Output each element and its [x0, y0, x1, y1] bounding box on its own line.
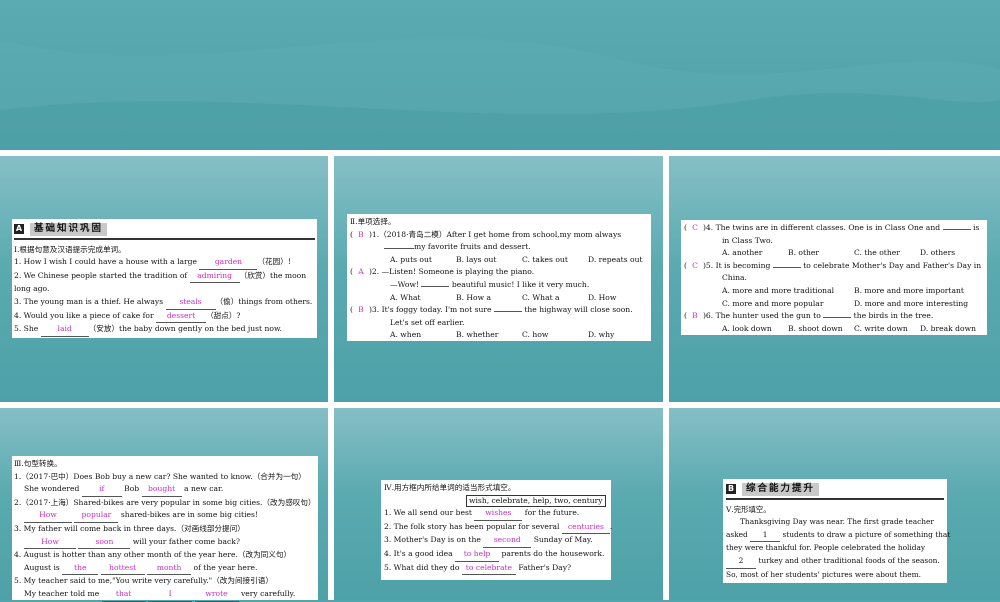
question-line: (C)5. It is becoming to celebrate Mother…	[684, 260, 984, 273]
exercise-instruction: Ⅲ.句型转换。	[14, 459, 62, 468]
answer-blank[interactable]: laid	[40, 323, 89, 337]
wave-decoration	[0, 38, 1000, 150]
answer-blank[interactable]: I	[148, 588, 193, 602]
answer-line: She wondered if Bob bought a new car.	[14, 483, 316, 497]
card-basic-knowledge: A 基础知识巩固 Ⅰ.根据句意及汉语提示完成单词。 1. How I wish …	[12, 219, 317, 338]
question-line: —Wow! beautiful music! I like it very mu…	[390, 279, 590, 289]
cloze-blank[interactable]: 1	[750, 529, 781, 543]
word-box-row: wish, celebrate, help, two, century	[384, 494, 608, 508]
question-line: 1. We all send our best wishes for the f…	[384, 507, 608, 521]
section-header: B 综合能力提升	[726, 481, 944, 500]
answer-blank[interactable]: if	[81, 483, 122, 497]
section-title: 基础知识巩固	[30, 223, 108, 236]
top-banner	[0, 0, 1000, 150]
choice-answer[interactable]: C	[687, 222, 703, 235]
question-line: 3. Mother's Day is on the second Sunday …	[384, 534, 608, 548]
choice-answer[interactable]: B	[687, 310, 703, 323]
card-cloze: B 综合能力提升 Ⅴ.完形填空。 Thanksgiving Day was ne…	[723, 479, 950, 583]
answer-blank[interactable]: to help	[455, 548, 500, 562]
question-line: (B)3. It's foggy today. I'm not sure the…	[350, 304, 648, 317]
section-letter-badge: A	[14, 224, 24, 235]
card-word-fill: Ⅳ.用方框内所给单词的适当形式填空。 wish, celebrate, help…	[381, 480, 612, 580]
answer-blank[interactable]: wishes	[474, 507, 523, 521]
question-line: 2.（2017·上海）Shared-bikes are very popular…	[14, 497, 316, 507]
choice-answer[interactable]: B	[353, 304, 369, 317]
answer-blank[interactable]: hottest	[100, 562, 145, 576]
question-line: 1. How I wish I could have a house with …	[14, 256, 315, 270]
passage-line: they were thankful for. People celebrate…	[726, 543, 926, 553]
passage-line: So, most of her students' pictures were …	[726, 569, 921, 579]
options-row: A. puts out B. lays out C. takes out D. rep…	[390, 254, 643, 264]
answer-blank[interactable]: bought	[141, 483, 182, 497]
options-row: A. more and more traditional B. more and …	[722, 285, 964, 295]
question-line: 5. My teacher said to me,"You write very…	[14, 576, 273, 586]
answer-blank[interactable]: admiring	[189, 270, 240, 284]
choice-answer[interactable]: C	[687, 260, 703, 273]
question-line: in Class Two.	[722, 235, 773, 245]
answer-blank[interactable]: that	[101, 588, 146, 602]
question-line: 3. The young man is a thief. He always s…	[14, 296, 315, 310]
question-line: Let's set off earlier.	[390, 317, 465, 327]
answer-blank[interactable]: the	[62, 562, 99, 576]
answer-blank[interactable]: to celebrate	[461, 562, 516, 576]
passage-line: 2 turkey and other traditional foods of …	[726, 555, 944, 569]
question-line: (B)1.（2018·青岛二模）After I get home from sc…	[350, 229, 648, 242]
passage-line: asked 1 students to draw a picture of so…	[726, 529, 950, 543]
question-line: my favorite fruits and dessert.	[350, 241, 648, 254]
answer-blank[interactable]: dessert	[156, 310, 207, 324]
question-line: 3. My father will come back in three day…	[14, 523, 245, 533]
answer-blank[interactable]: popular	[74, 509, 119, 523]
answer-line: My teacher told me that I wrote very car…	[14, 588, 316, 602]
section-title: 综合能力提升	[742, 483, 820, 496]
answer-blank[interactable]: steals	[165, 296, 216, 310]
answer-blank[interactable]: garden	[199, 256, 258, 270]
question-line: 5. What did they do to celebrate Father'…	[384, 562, 608, 576]
question-line: 4. It's a good idea to help parents do t…	[384, 548, 608, 562]
answer-blank[interactable]: wrote	[194, 588, 239, 602]
answer-blank[interactable]: soon	[78, 536, 131, 550]
question-line: (B)6. The hunter used the gun to the bir…	[684, 310, 984, 323]
question-line: long ago.	[14, 284, 50, 294]
options-row: A. What B. How a C. What a D. How	[390, 292, 617, 302]
card-single-choice-continued: (C)4. The twins are in different classes…	[681, 220, 987, 335]
question-line: 2. The folk story has been popular for s…	[384, 521, 612, 535]
options-row: A. look down B. shoot down C. write down D.…	[722, 323, 976, 333]
exercise-instruction: Ⅳ.用方框内所给单词的适当形式填空。	[384, 483, 516, 492]
question-line: 4. August is hotter than any other month…	[14, 550, 292, 560]
answer-line: How popular shared-bikes are in some big…	[14, 509, 316, 523]
answer-blank[interactable]: centuries	[561, 521, 610, 535]
exercise-instruction: Ⅱ.单项选择。	[350, 217, 396, 226]
question-line: 1.（2017·巴中）Does Bob buy a new car? She w…	[14, 471, 306, 481]
section-letter-badge: B	[726, 484, 736, 495]
card-sentence-transform: Ⅲ.句型转换。 1.（2017·巴中）Does Bob buy a new ca…	[12, 456, 318, 602]
question-line: 5. She laid （安放）the baby down gently on t…	[14, 323, 315, 337]
options-row: C. more and more popular D. more and more…	[722, 298, 969, 308]
card-single-choice: Ⅱ.单项选择。 (B)1.（2018·青岛二模）After I get home…	[347, 214, 651, 341]
answer-blank[interactable]: How	[24, 509, 72, 523]
answer-blank[interactable]: How	[24, 536, 76, 550]
question-line: (C)4. The twins are in different classes…	[684, 222, 984, 235]
answer-blank[interactable]: month	[147, 562, 192, 576]
question-line: 4. Would you like a piece of cake for de…	[14, 310, 315, 324]
options-row: A. another B. other C. the other D. others	[722, 248, 956, 258]
passage-line: Thanksgiving Day was near. The first gra…	[740, 517, 934, 527]
exercise-instruction: Ⅴ.完形填空。	[726, 504, 771, 514]
word-box: wish, celebrate, help, two, century	[466, 494, 606, 507]
choice-answer[interactable]: A	[353, 266, 369, 279]
options-row: A. when B. whether C. how D. why	[390, 330, 615, 340]
question-line: 2. We Chinese people started the traditi…	[14, 270, 315, 284]
section-header: A 基础知识巩固	[14, 221, 315, 240]
answer-line: How soon will your father come back?	[14, 536, 316, 550]
answer-blank[interactable]: second	[483, 534, 532, 548]
question-line: (A)2. —Listen! Someone is playing the pi…	[350, 266, 648, 279]
choice-answer[interactable]: B	[353, 229, 369, 242]
question-line: China.	[722, 273, 747, 283]
cloze-blank[interactable]: 2	[726, 555, 756, 569]
answer-line: August is the hottest month of the year …	[14, 562, 316, 576]
exercise-instruction: Ⅰ.根据句意及汉语提示完成单词。	[14, 244, 126, 254]
